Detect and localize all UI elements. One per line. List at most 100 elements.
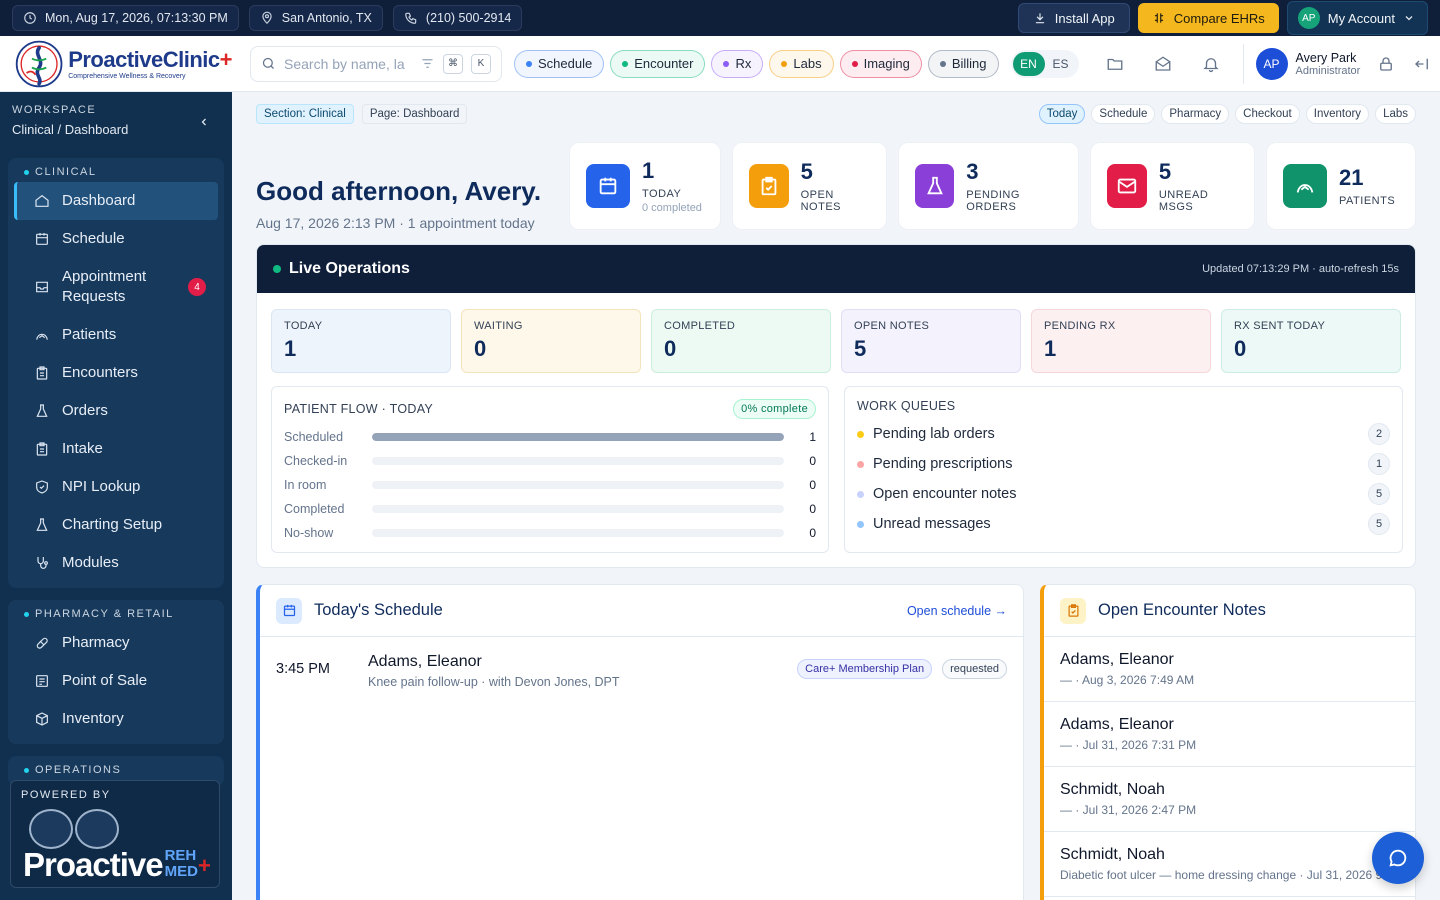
logout-button[interactable] bbox=[1410, 52, 1434, 76]
collapse-sidebar-icon[interactable] bbox=[198, 116, 210, 128]
inbox-button[interactable] bbox=[1151, 52, 1175, 76]
clinic-logo-tagline: Comprehensive Wellness & Recovery bbox=[68, 72, 186, 80]
folder-icon bbox=[1107, 58, 1122, 70]
sidebar-item-label: Inventory bbox=[62, 710, 124, 727]
queue-open-encounter-notes[interactable]: Open encounter notes 5 bbox=[857, 479, 1390, 509]
queue-unread-messages[interactable]: Unread messages 5 bbox=[857, 509, 1390, 539]
queue-dot bbox=[857, 460, 864, 468]
powered-by-panel: POWERED BY Proactive REH MED + bbox=[10, 780, 220, 888]
sidebar-item-npi-lookup[interactable]: NPI Lookup bbox=[14, 468, 218, 506]
schedule-card-icon-box bbox=[276, 597, 302, 624]
note-patient-name: Adams, Eleanor bbox=[1060, 651, 1174, 668]
note-meta: — · Jul 31, 2026 7:31 PM bbox=[1060, 738, 1197, 752]
pill-labs[interactable]: Labs bbox=[769, 49, 834, 78]
queue-label: Pending lab orders bbox=[873, 426, 995, 442]
kpi-label: OPEN NOTES bbox=[854, 320, 930, 332]
lock-button[interactable] bbox=[1374, 52, 1398, 76]
datetime-chip: Mon, Aug 17, 2026, 07:13:30 PM bbox=[12, 5, 239, 31]
stat-card-unread-msgs[interactable]: 5 UNREAD MSGS bbox=[1090, 142, 1255, 230]
tab-inventory[interactable]: Inventory bbox=[1305, 104, 1370, 124]
sidebar-item-charting-setup[interactable]: Charting Setup bbox=[14, 506, 218, 544]
user-arc-icon bbox=[1296, 184, 1314, 193]
lang-es-button[interactable]: ES bbox=[1045, 52, 1077, 76]
pill-rx[interactable]: Rx bbox=[711, 49, 764, 78]
kpi-pending-rx[interactable]: PENDING RX 1 bbox=[1031, 309, 1211, 373]
list-item[interactable]: Schmidt, Noah Diabetic foot ulcer — home … bbox=[1044, 832, 1415, 897]
lang-en-button[interactable]: EN bbox=[1012, 51, 1045, 76]
chat-button[interactable] bbox=[1372, 832, 1424, 884]
queue-pending-prescriptions[interactable]: Pending prescriptions 1 bbox=[857, 449, 1390, 479]
open-schedule-link[interactable]: Open schedule → bbox=[907, 604, 1007, 618]
global-search[interactable]: Search by name, la ⌘ K bbox=[250, 45, 502, 82]
todays-schedule-card: Today's Schedule Open schedule → 3:45 PM… bbox=[256, 584, 1024, 900]
stat-card-open-notes[interactable]: 5 OPEN NOTES bbox=[732, 142, 887, 230]
flow-bar bbox=[372, 457, 784, 465]
search-input[interactable]: Search by name, la bbox=[284, 56, 412, 72]
sidebar-item-schedule[interactable]: Schedule bbox=[14, 220, 218, 258]
pill-encounter[interactable]: Encounter bbox=[610, 49, 706, 78]
tab-labs[interactable]: Labs bbox=[1375, 104, 1416, 124]
tab-pharmacy[interactable]: Pharmacy bbox=[1161, 104, 1230, 124]
clinic-logo-emblem-icon bbox=[15, 40, 63, 87]
kpi-open-notes[interactable]: OPEN NOTES 5 bbox=[841, 309, 1021, 373]
kpi-today[interactable]: TODAY 1 bbox=[271, 309, 451, 373]
sidebar-item-dashboard[interactable]: Dashboard bbox=[14, 182, 218, 220]
tab-schedule[interactable]: Schedule bbox=[1091, 104, 1156, 124]
powered-med: MED bbox=[164, 863, 198, 880]
pill-schedule[interactable]: Schedule bbox=[514, 49, 605, 78]
install-app-button[interactable]: Install App bbox=[1017, 3, 1130, 33]
sidebar-item-pharmacy[interactable]: Pharmacy bbox=[14, 624, 218, 662]
location-chip[interactable]: San Antonio, TX bbox=[248, 5, 383, 31]
tab-checkout[interactable]: Checkout bbox=[1235, 104, 1300, 124]
sidebar-item-modules[interactable]: Modules bbox=[14, 544, 218, 582]
list-item[interactable]: Schmidt, Noah — · Jul 31, 2026 2:47 PM bbox=[1044, 767, 1415, 832]
sidebar-item-patients[interactable]: Patients bbox=[14, 316, 218, 354]
pill-billing[interactable]: Billing bbox=[927, 49, 999, 78]
pill-imaging[interactable]: Imaging bbox=[839, 49, 922, 78]
sidebar-item-orders[interactable]: Orders bbox=[14, 392, 218, 430]
sidebar-group-heading: OPERATIONS bbox=[8, 762, 224, 780]
compare-ehrs-button[interactable]: Compare EHRs bbox=[1137, 3, 1279, 33]
sidebar-item-encounters[interactable]: Encounters bbox=[14, 354, 218, 392]
flow-bar bbox=[372, 433, 784, 441]
sidebar-item-intake[interactable]: Intake bbox=[14, 430, 218, 468]
appointment-detail: Knee pain follow-up · with Devon Jones, … bbox=[368, 675, 620, 689]
flow-complete-badge: 0% complete bbox=[733, 399, 816, 419]
sidebar-item-inventory[interactable]: Inventory bbox=[14, 700, 218, 738]
flow-row-checked-in: Checked-in 0 bbox=[284, 449, 816, 473]
stat-value: 3 bbox=[966, 159, 979, 184]
my-account-button[interactable]: AP My Account bbox=[1286, 1, 1428, 35]
kpi-rx-sent-today[interactable]: RX SENT TODAY 0 bbox=[1221, 309, 1401, 373]
user-profile[interactable]: AP Avery Park Administrator bbox=[1242, 43, 1360, 84]
kpi-completed[interactable]: COMPLETED 0 bbox=[651, 309, 831, 373]
stat-value: 1 bbox=[642, 158, 655, 183]
appointment-row[interactable]: 3:45 PM Adams, Eleanor Knee pain follow-… bbox=[260, 637, 1023, 689]
language-toggle: EN ES bbox=[1010, 49, 1079, 78]
list-item[interactable]: Adams, Eleanor — · Jul 31, 2026 7:31 PM bbox=[1044, 702, 1415, 767]
quick-action-pills: Schedule Encounter Rx Labs Imaging Billi… bbox=[514, 49, 999, 78]
clinic-logo[interactable]: ProactiveClinic+ Comprehensive Wellness … bbox=[0, 36, 233, 92]
kpi-value: 1 bbox=[1044, 336, 1057, 361]
sidebar-item-appointment-requests[interactable]: Appointment Requests 4 bbox=[14, 258, 218, 316]
folder-button[interactable] bbox=[1103, 52, 1127, 76]
filter-icon[interactable] bbox=[420, 56, 435, 71]
phone-chip[interactable]: (210) 500-2914 bbox=[392, 5, 523, 31]
logo-emblems bbox=[29, 809, 119, 849]
shortcut-k-key: K bbox=[471, 53, 491, 74]
notifications-button[interactable] bbox=[1199, 52, 1223, 76]
notes-card-title: Open Encounter Notes bbox=[1098, 601, 1266, 619]
stat-card-patients[interactable]: 21 PATIENTS bbox=[1266, 142, 1416, 230]
list-item[interactable]: Adams, Eleanor — · Aug 3, 2026 7:49 AM bbox=[1044, 637, 1415, 702]
status-badge: requested bbox=[942, 659, 1007, 679]
pill-label: Encounter bbox=[634, 56, 694, 71]
tab-today[interactable]: Today bbox=[1038, 104, 1086, 124]
sidebar-item-point-of-sale[interactable]: Point of Sale bbox=[14, 662, 218, 700]
breadcrumb-section[interactable]: Section: Clinical bbox=[256, 104, 354, 124]
queue-pending-lab-orders[interactable]: Pending lab orders 2 bbox=[857, 419, 1390, 449]
kpi-waiting[interactable]: WAITING 0 bbox=[461, 309, 641, 373]
breadcrumb-page[interactable]: Page: Dashboard bbox=[361, 104, 468, 124]
pill-dot bbox=[939, 60, 946, 67]
stat-card-pending-orders[interactable]: 3 PENDING ORDERS bbox=[898, 142, 1079, 230]
stat-card-today[interactable]: 1 TODAY 0 completed bbox=[569, 142, 721, 230]
location-text: San Antonio, TX bbox=[281, 11, 372, 25]
